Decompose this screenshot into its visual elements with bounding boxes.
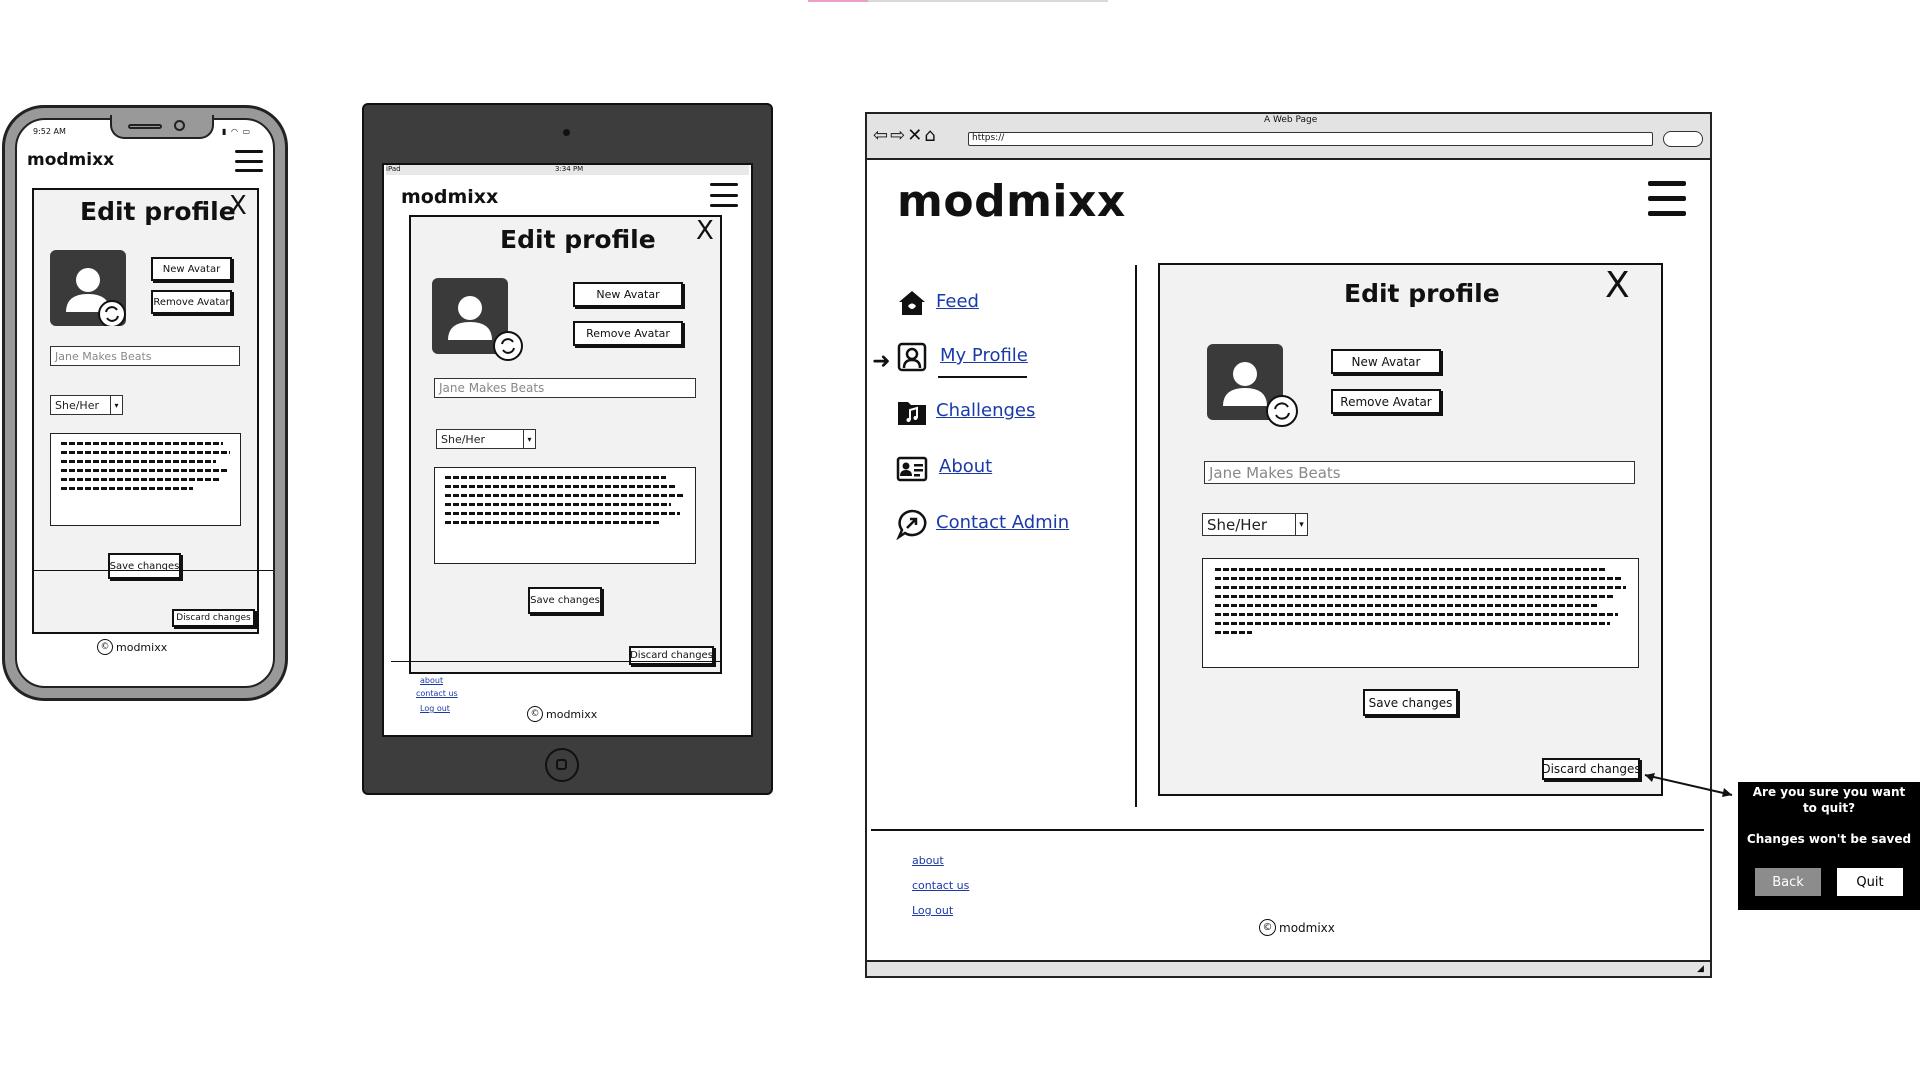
chevron-down-icon: ▾: [110, 396, 122, 414]
browser-new-avatar-button[interactable]: New Avatar: [1331, 349, 1441, 374]
nav-label-about: About: [939, 456, 993, 477]
phone-status-time: 9:52 AM: [33, 127, 66, 136]
tablet-hamburger-menu-icon[interactable]: [710, 183, 738, 207]
browser-logo[interactable]: modmixx: [897, 176, 1126, 227]
phone-divider: [33, 570, 273, 571]
tablet-logo[interactable]: modmixx: [401, 186, 498, 208]
browser-footer-contact-link[interactable]: contact us: [912, 879, 969, 892]
nav-label-contact-admin: Contact Admin: [936, 512, 1070, 533]
chevron-down-icon: ▾: [1295, 514, 1307, 535]
phone-discard-changes-button[interactable]: Discard changes: [172, 609, 255, 627]
browser-bio-textarea[interactable]: [1202, 558, 1639, 668]
browser-hamburger-menu-icon[interactable]: [1648, 181, 1686, 216]
tablet-divider: [391, 661, 721, 662]
home-icon: [899, 291, 925, 315]
phone-hamburger-menu-icon[interactable]: [235, 150, 263, 172]
tablet-copyright-text: modmixx: [546, 707, 598, 721]
stop-icon[interactable]: ✕: [907, 125, 924, 146]
browser-copyright-text: modmixx: [1279, 920, 1335, 935]
active-underline: [938, 376, 1027, 378]
browser-copyright: © modmixx: [1259, 919, 1335, 936]
music-folder-icon: [898, 402, 926, 425]
browser-footer-about-link[interactable]: about: [912, 854, 944, 867]
tablet-modal-title: Edit profile: [500, 225, 656, 254]
nav-label-my-profile: My Profile: [940, 345, 1028, 366]
phone-pronoun-select[interactable]: She/Her ▾: [50, 395, 123, 415]
tablet-status-time: 3:34 PM: [555, 165, 584, 173]
annotation-arrow: [1644, 773, 1733, 797]
phone-speaker: [128, 124, 162, 129]
phone-status-icons: ▮ ◠ ▭: [222, 127, 252, 136]
back-arrow-icon[interactable]: ⇦: [873, 125, 890, 146]
phone-modal-title: Edit profile: [80, 197, 236, 226]
home-icon[interactable]: ⌂: [924, 125, 937, 146]
confirm-quit-popup: Are you sure you want to quit? Changes w…: [1738, 782, 1920, 910]
phone-logo[interactable]: modmixx: [27, 150, 114, 170]
tablet-remove-avatar-button[interactable]: Remove Avatar: [573, 321, 683, 346]
browser-save-changes-button[interactable]: Save changes: [1363, 689, 1458, 716]
phone-pronoun-value: She/Her: [55, 398, 99, 412]
tablet-footer-contact-link[interactable]: contact us: [416, 689, 458, 698]
phone-camera: [174, 120, 185, 131]
profile-icon: [897, 342, 927, 372]
popup-back-button[interactable]: Back: [1755, 868, 1821, 896]
browser-avatar[interactable]: [1207, 344, 1305, 430]
browser-discard-changes-button[interactable]: Discard changes: [1541, 758, 1641, 780]
popup-quit-button[interactable]: Quit: [1837, 868, 1903, 896]
tablet-name-input[interactable]: Jane Makes Beats: [434, 378, 696, 398]
copyright-icon: ©: [1259, 919, 1276, 936]
nav-label-feed: Feed: [936, 291, 979, 312]
tablet-camera: [563, 129, 570, 136]
tablet-pronoun-value: She/Her: [441, 432, 485, 446]
phone-copyright: © modmixx: [97, 639, 167, 655]
browser-pronoun-select[interactable]: She/Her ▾: [1202, 513, 1308, 536]
browser-url-bar[interactable]: https://: [968, 132, 1653, 146]
forward-arrow-icon[interactable]: ⇨: [890, 125, 907, 146]
tablet-discard-changes-button[interactable]: Discard changes: [629, 646, 714, 665]
browser-footer-logout-link[interactable]: Log out: [912, 904, 953, 917]
phone-remove-avatar-button[interactable]: Remove Avatar: [151, 290, 232, 314]
tablet-save-changes-button[interactable]: Save changes: [528, 587, 602, 614]
browser-pronoun-value: She/Her: [1207, 515, 1267, 534]
tablet-footer-logout-link[interactable]: Log out: [420, 704, 450, 713]
phone-avatar[interactable]: [50, 250, 126, 328]
tablet-new-avatar-button[interactable]: New Avatar: [573, 282, 683, 307]
nav-label-challenges: Challenges: [936, 400, 1036, 421]
browser-footer-divider: [871, 829, 1704, 831]
resize-grip-icon[interactable]: ◢: [1697, 964, 1704, 974]
browser-statusbar: [867, 960, 1710, 976]
top-decoration-line: [808, 0, 1108, 2]
copyright-icon: ©: [527, 706, 543, 722]
popup-question: Are you sure you want to quit?: [1752, 785, 1906, 815]
browser-name-input[interactable]: Jane Makes Beats: [1204, 461, 1635, 484]
browser-search-icon[interactable]: [1663, 131, 1703, 147]
phone-name-input[interactable]: Jane Makes Beats: [50, 346, 240, 366]
tablet-copyright: © modmixx: [527, 706, 597, 722]
phone-copyright-text: modmixx: [116, 640, 168, 654]
sidebar-divider: [1135, 265, 1137, 807]
id-card-icon: [896, 456, 928, 482]
phone-notch: [110, 115, 214, 139]
tablet-footer-about-link[interactable]: about: [420, 676, 443, 685]
tablet-home-button[interactable]: [545, 748, 579, 782]
phone-save-changes-button[interactable]: Save changes: [108, 553, 181, 579]
browser-nav-buttons: ⇦⇨✕⌂: [873, 125, 938, 146]
tablet-bio-textarea[interactable]: [434, 467, 696, 564]
browser-remove-avatar-button[interactable]: Remove Avatar: [1331, 389, 1441, 414]
chat-icon: [896, 509, 927, 540]
popup-message: Changes won't be saved: [1746, 832, 1912, 846]
browser-close-icon[interactable]: X: [1605, 268, 1630, 304]
phone-close-icon[interactable]: X: [229, 193, 247, 219]
chevron-down-icon: ▾: [523, 430, 535, 448]
browser-modal-title: Edit profile: [1344, 279, 1500, 308]
active-nav-arrow-icon: ➜: [872, 349, 891, 374]
phone-bio-textarea[interactable]: [50, 433, 241, 526]
phone-new-avatar-button[interactable]: New Avatar: [151, 257, 232, 281]
tablet-close-icon[interactable]: X: [696, 218, 714, 244]
tablet-pronoun-select[interactable]: She/Her ▾: [436, 429, 536, 449]
browser-page-title: A Web Page: [1264, 115, 1318, 125]
tablet-status-left: iPad: [386, 165, 401, 173]
tablet-avatar[interactable]: [432, 278, 526, 364]
copyright-icon: ©: [97, 639, 113, 655]
